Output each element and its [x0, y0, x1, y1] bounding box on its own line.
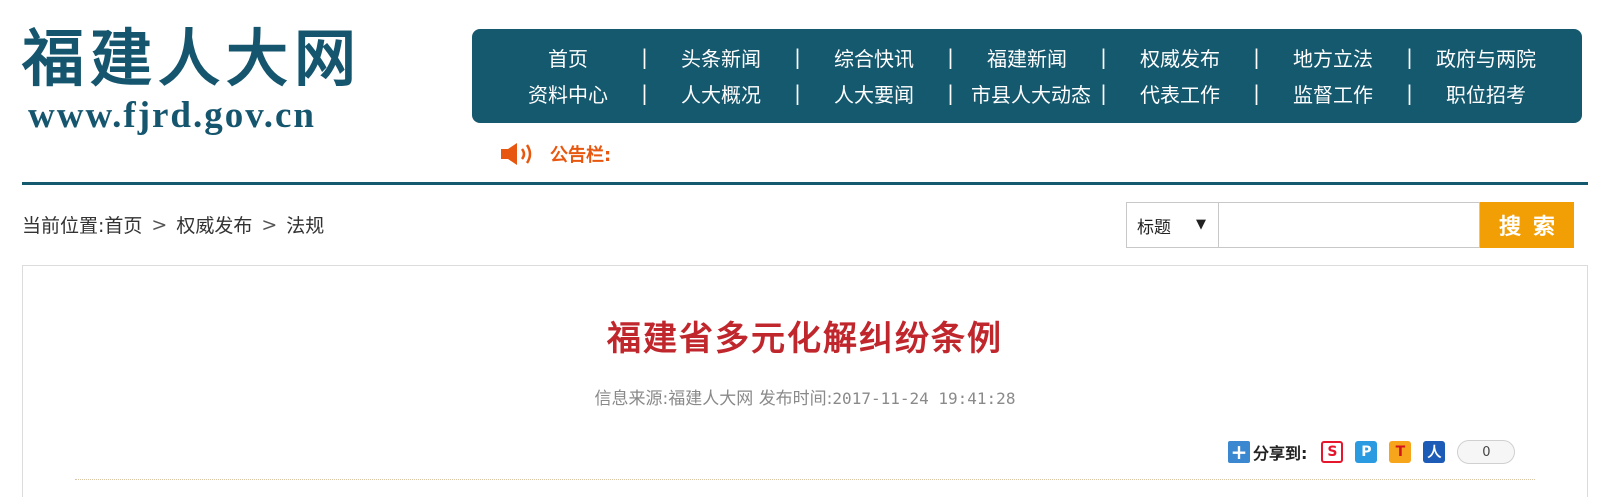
source-value: 福建人大网 — [668, 389, 754, 409]
nav-item-local-npc-updates[interactable]: 市县人大动态 — [967, 79, 1091, 108]
article-meta: 信息来源:福建人大网 发布时间:2017-11-24 19:41:28 — [23, 384, 1587, 409]
breadcrumb-item-home[interactable]: 首页 — [104, 211, 142, 238]
bulletin-bar: 公告栏: — [500, 139, 611, 169]
nav-item-job-exams[interactable]: 职位招考 — [1426, 79, 1546, 108]
renren-icon[interactable]: 人 — [1423, 441, 1446, 463]
nav-item-official-release[interactable]: 权威发布 — [1120, 43, 1240, 72]
nav-item-government-courts[interactable]: 政府与两院 — [1426, 43, 1546, 72]
search-bar: 标题 ▼ 搜索 — [1126, 202, 1574, 248]
nav-separator: | — [794, 81, 801, 105]
logo-url: www.fjrd.gov.cn — [28, 95, 316, 136]
nav-separator: | — [641, 81, 648, 105]
speaker-icon — [501, 143, 532, 165]
share-bar: + 分享到: S P T 人 0 — [1228, 440, 1516, 464]
nav-separator: | — [1406, 45, 1413, 69]
breadcrumb-item-regulations[interactable]: 法规 — [286, 211, 324, 238]
breadcrumb-separator: > — [261, 213, 278, 236]
breadcrumb-separator: > — [151, 213, 168, 236]
breadcrumb-prefix: 当前位置: — [22, 215, 105, 237]
nav-row-1: 首页 | 头条新闻 | 综合快讯 | 福建新闻 | 权威发布 | 地方立法 | … — [492, 39, 1562, 75]
search-field-select[interactable]: 标题 ▼ — [1126, 202, 1218, 248]
nav-separator: | — [1100, 45, 1107, 69]
main-nav: 首页 | 头条新闻 | 综合快讯 | 福建新闻 | 权威发布 | 地方立法 | … — [472, 29, 1582, 123]
nav-separator: | — [947, 45, 954, 69]
nav-separator: | — [641, 45, 648, 69]
nav-separator: | — [947, 81, 954, 105]
nav-item-news-flash[interactable]: 综合快讯 — [814, 43, 934, 72]
share-plus-icon[interactable]: + — [1228, 441, 1250, 463]
nav-item-npc-overview[interactable]: 人大概况 — [661, 79, 781, 108]
search-input[interactable] — [1218, 202, 1480, 248]
nav-item-fujian-news[interactable]: 福建新闻 — [967, 43, 1087, 72]
nav-item-npc-news[interactable]: 人大要闻 — [814, 79, 934, 108]
nav-item-supervision[interactable]: 监督工作 — [1273, 79, 1393, 108]
weibo-icon[interactable]: S — [1321, 441, 1344, 463]
qzone-icon[interactable]: P — [1355, 441, 1378, 463]
share-label: 分享到: — [1253, 444, 1308, 463]
nav-row-2: 资料中心 | 人大概况 | 人大要闻 | 市县人大动态 | 代表工作 | 监督工… — [492, 75, 1562, 111]
nav-item-headlines[interactable]: 头条新闻 — [661, 43, 781, 72]
nav-item-local-legislation[interactable]: 地方立法 — [1273, 43, 1393, 72]
dropdown-arrow-icon: ▼ — [1196, 217, 1206, 232]
breadcrumb: 当前位置: 首页 > 权威发布 > 法规 — [22, 211, 324, 238]
publish-time-label: 发布时间: — [758, 389, 833, 409]
nav-item-home[interactable]: 首页 — [508, 43, 628, 72]
share-count: 0 — [1457, 440, 1516, 464]
header-divider — [22, 182, 1588, 185]
site-logo[interactable]: 福建人大网 www.fjrd.gov.cn — [22, 24, 402, 144]
logo-name: 福建人大网 — [22, 22, 363, 95]
search-button[interactable]: 搜索 — [1480, 202, 1574, 248]
nav-separator: | — [1100, 81, 1107, 105]
nav-separator: | — [1406, 81, 1413, 105]
tencent-weibo-icon[interactable]: T — [1389, 441, 1412, 463]
source-label: 信息来源: — [594, 389, 669, 409]
nav-item-resources[interactable]: 资料中心 — [508, 79, 628, 108]
publish-time-value: 2017-11-24 19:41:28 — [832, 389, 1016, 408]
search-field-select-value: 标题 — [1137, 217, 1171, 238]
content-divider — [75, 479, 1535, 480]
nav-separator: | — [1253, 45, 1260, 69]
article-panel: 福建省多元化解纠纷条例 信息来源:福建人大网 发布时间:2017-11-24 1… — [22, 265, 1588, 497]
nav-separator: | — [794, 45, 801, 69]
nav-separator: | — [1253, 81, 1260, 105]
nav-item-deputy-work[interactable]: 代表工作 — [1120, 79, 1240, 108]
bulletin-label: 公告栏: — [550, 145, 612, 166]
article-title: 福建省多元化解纠纷条例 — [607, 319, 1003, 359]
breadcrumb-item-official-release[interactable]: 权威发布 — [176, 211, 252, 238]
